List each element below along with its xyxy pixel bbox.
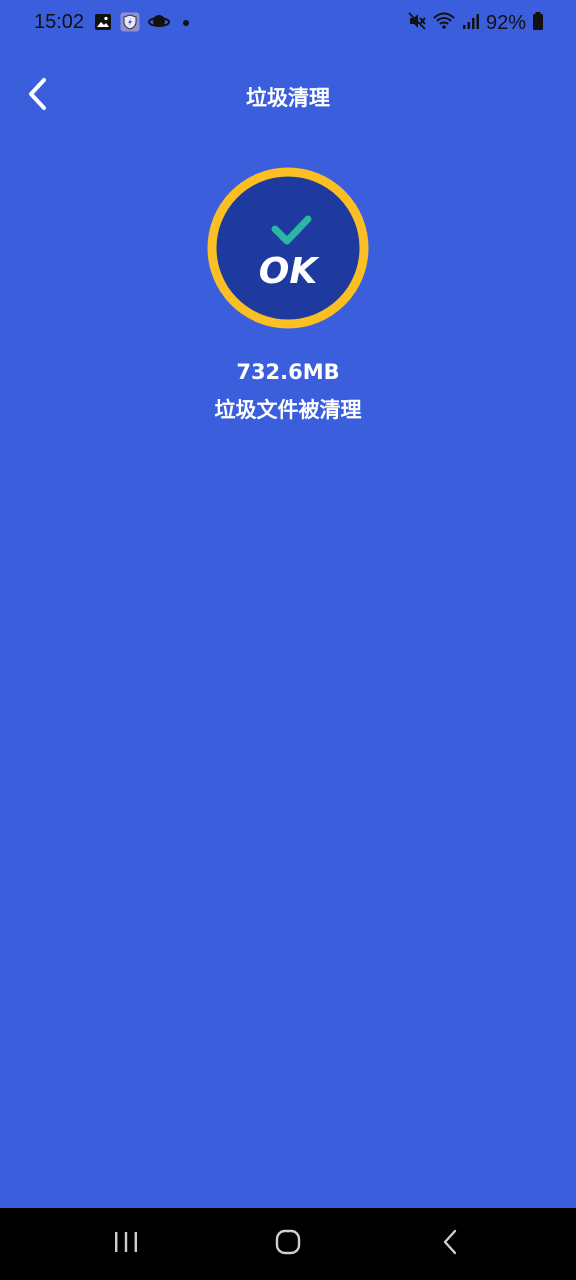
recent-apps-button[interactable] [102,1226,150,1262]
home-button[interactable] [264,1226,312,1262]
planet-icon [148,13,170,35]
mute-icon [408,12,426,34]
screen: 15:02 92% 垃圾清理 OK 732.6MB 垃圾文件被清理 [0,0,576,1280]
battery-icon [532,11,544,35]
app-bar: 垃圾清理 [0,62,576,132]
shield-icon [120,12,140,36]
home-icon [275,1229,301,1259]
wifi-icon [432,12,456,34]
recent-apps-icon [113,1230,139,1258]
cleaned-message: 垃圾文件被清理 [214,398,362,422]
status-right: 92% [408,11,544,35]
page-title: 垃圾清理 [246,86,330,110]
dot-icon [178,14,194,34]
cleaned-amount: 732.6MB [236,360,340,384]
signal-icon [462,12,480,34]
navigation-bar [0,1208,576,1280]
status-time: 15:02 [34,11,85,33]
ok-text: OK [259,251,321,292]
back-icon [441,1229,459,1259]
status-left-icons [94,12,194,36]
nav-back-button[interactable] [426,1226,474,1262]
status-bar: 15:02 92% [0,0,576,48]
image-icon [94,13,112,35]
ok-badge: OK [207,167,369,329]
battery-percent: 92% [485,11,526,34]
